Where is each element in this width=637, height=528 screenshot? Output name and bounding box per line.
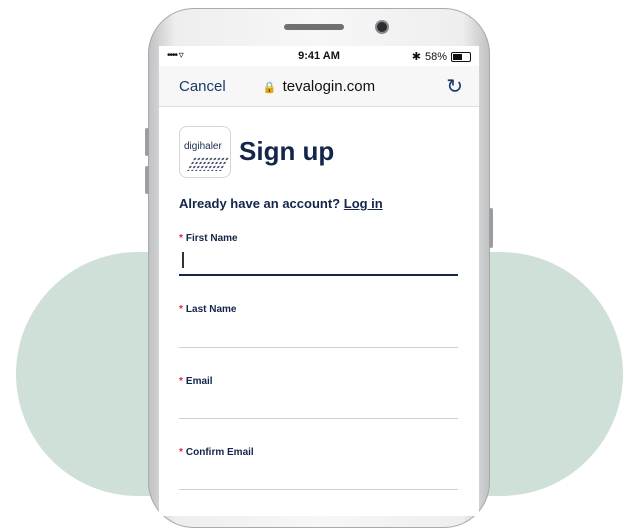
last-name-input[interactable] xyxy=(179,347,458,348)
logo-text: digihaler xyxy=(184,141,222,152)
battery-percent: 58% xyxy=(424,50,447,63)
confirm-email-input[interactable] xyxy=(179,489,458,490)
url-text: tevalogin.com xyxy=(282,78,376,95)
speaker xyxy=(284,24,344,30)
reload-icon[interactable]: ↻ xyxy=(446,74,463,99)
label-text: Confirm Email xyxy=(185,447,254,458)
last-name-label: * Last Name xyxy=(179,304,236,315)
login-link[interactable]: Log in xyxy=(344,196,383,211)
first-name-input[interactable] xyxy=(179,274,458,276)
status-right: ✱ 58% xyxy=(412,50,471,63)
required-mark: * xyxy=(179,233,183,244)
required-mark: * xyxy=(179,304,183,315)
label-text: Email xyxy=(185,376,213,387)
address-bar[interactable]: 🔒 tevalogin.com xyxy=(159,78,479,95)
bluetooth-icon: ✱ xyxy=(411,51,421,63)
lock-icon: 🔒 xyxy=(262,82,277,94)
status-bar: •••• ▿ 9:41 AM ✱ 58% xyxy=(159,46,479,66)
browser-bar: Cancel 🔒 tevalogin.com ↻ xyxy=(159,66,479,107)
label-text: First Name xyxy=(185,233,238,244)
page-title: Sign up xyxy=(239,136,335,166)
text-caret xyxy=(182,252,184,268)
logo-dots xyxy=(185,157,230,171)
phone-screen: •••• ▿ 9:41 AM ✱ 58% Cancel 🔒 tevalogin.c… xyxy=(159,46,479,516)
first-name-label: * First Name xyxy=(179,233,238,244)
volume-button xyxy=(145,166,149,194)
digihaler-logo: digihaler xyxy=(179,126,231,178)
battery-fill xyxy=(453,53,463,60)
account-prompt: Already have an account? Log in xyxy=(179,196,383,211)
required-mark: * xyxy=(179,447,183,458)
email-input[interactable] xyxy=(179,418,458,419)
phone-frame: •••• ▿ 9:41 AM ✱ 58% Cancel 🔒 tevalogin.c… xyxy=(145,8,493,528)
label-text: Last Name xyxy=(185,304,237,315)
required-mark: * xyxy=(179,376,183,387)
account-prompt-text: Already have an account? xyxy=(179,196,341,211)
battery-icon xyxy=(451,51,471,62)
power-button xyxy=(489,208,493,248)
confirm-email-label: * Confirm Email xyxy=(179,447,254,458)
email-label: * Email xyxy=(179,376,213,387)
volume-button xyxy=(145,128,149,156)
front-camera xyxy=(377,22,387,32)
